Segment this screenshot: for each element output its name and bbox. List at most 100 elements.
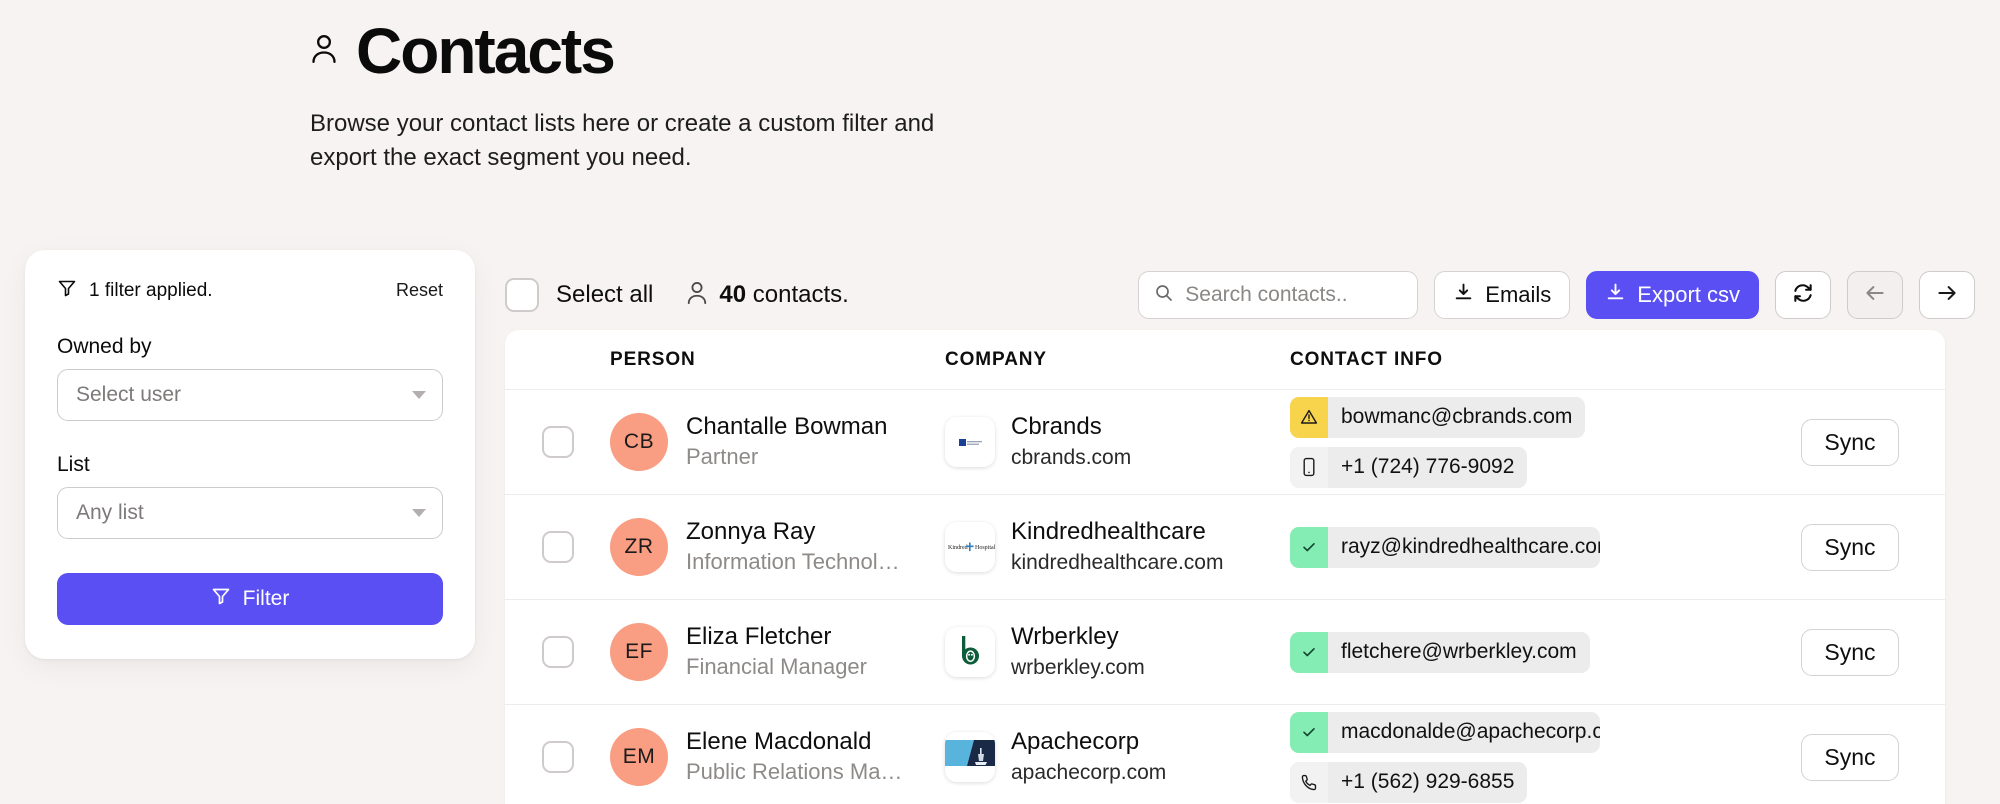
table-row: CBChantalle BowmanPartner Cbrandscbrands.… [505,390,1945,495]
filter-button[interactable]: Filter [57,573,443,625]
sync-button[interactable]: Sync [1801,629,1898,676]
company-domain: wrberkley.com [1011,654,1145,681]
cbrands-logo [945,417,995,467]
check-icon [1290,632,1328,673]
row-checkbox-cell [505,426,610,458]
table-row: EFEliza FletcherFinancial ManagerWrberkl… [505,600,1945,705]
contact-chip-value: macdonalde@apachecorp.com [1328,712,1600,753]
owned-by-select[interactable]: Select user [57,369,443,421]
person-text: Zonnya RayInformation Technol… [686,518,900,577]
contact-chip-phone[interactable]: +1 (562) 929-6855 [1290,762,1527,803]
contact-chip-email[interactable]: macdonalde@apachecorp.com [1290,712,1600,753]
row-checkbox-cell [505,636,610,668]
company-name: Cbrands [1011,413,1131,442]
export-csv-button-label: Export csv [1637,282,1740,308]
row-checkbox[interactable] [542,636,574,668]
contact-chip-email[interactable]: rayz@kindredhealthcare.com [1290,527,1600,568]
arrow-right-icon [1934,282,1960,309]
emails-button-label: Emails [1485,282,1551,308]
company-cell: KindredHospitals Kindredhealthcarekindred… [945,518,1290,576]
company-text: Cbrandscbrands.com [1011,413,1131,471]
contact-chip-phone[interactable]: +1 (724) 776-9092 [1290,447,1527,488]
filter-panel: 1 filter applied. Reset Owned by Select … [25,250,475,659]
company-name: Wrberkley [1011,623,1145,652]
table-header-row: PERSON COMPANY CONTACT INFO [505,330,1945,390]
kindred-hospitals-logo: KindredHospitals [945,522,995,572]
person-icon [310,32,338,71]
next-page-button[interactable] [1919,271,1975,319]
refresh-icon [1791,281,1815,310]
download-icon [1453,282,1474,309]
contact-info-cell: fletchere@wrberkley.com [1290,632,1755,673]
title-row: Contacts [310,18,990,85]
funnel-icon [57,278,77,303]
company-domain: cbrands.com [1011,444,1131,471]
person-cell: ZR Zonnya RayInformation Technol… [610,518,945,577]
search-contacts-box[interactable] [1138,271,1418,319]
refresh-button[interactable] [1775,271,1831,319]
sync-button[interactable]: Sync [1801,419,1898,466]
company-text: Wrberkleywrberkley.com [1011,623,1145,681]
contacts-count: 40 contacts. [686,280,848,311]
sync-button[interactable]: Sync [1801,734,1898,781]
company-cell: Cbrandscbrands.com [945,413,1290,471]
mobile-icon [1290,447,1328,488]
person-cell: EFEliza FletcherFinancial Manager [610,623,945,682]
row-checkbox[interactable] [542,531,574,563]
person-role: Partner [686,443,887,472]
column-header-company: COMPANY [945,349,1290,371]
owned-by-placeholder: Select user [76,383,181,407]
company-text: Kindredhealthcarekindredhealthcare.com [1011,518,1223,576]
row-checkbox-cell [505,741,610,773]
search-input[interactable] [1185,283,1402,307]
phone-icon [1290,762,1328,803]
export-csv-button[interactable]: Export csv [1586,271,1759,319]
person-cell: CBChantalle BowmanPartner [610,413,945,472]
search-icon [1154,283,1174,308]
sync-cell: Sync [1755,419,1945,466]
table-body: CBChantalle BowmanPartner Cbrandscbrands.… [505,390,1945,804]
contact-chip-value: fletchere@wrberkley.com [1328,632,1590,673]
avatar: EM [610,728,668,786]
contact-info-cell: macdonalde@apachecorp.com +1 (562) 929-68… [1290,712,1755,803]
table-row: EMElene MacdonaldPublic Relations Ma…Apa… [505,705,1945,804]
contact-info-cell: rayz@kindredhealthcare.com [1290,527,1755,568]
page-header: Contacts Browse your contact lists here … [310,18,990,175]
person-text: Chantalle BowmanPartner [686,413,887,472]
company-cell: Wrberkleywrberkley.com [945,623,1290,681]
page-title: Contacts [356,18,614,85]
list-select[interactable]: Any list [57,487,443,539]
reset-button[interactable]: Reset [396,280,443,301]
company-name: Apachecorp [1011,728,1166,757]
funnel-icon [211,586,231,612]
company-domain: apachecorp.com [1011,759,1166,786]
sync-cell: Sync [1755,524,1945,571]
select-all-label: Select all [556,281,653,309]
row-checkbox-cell [505,531,610,563]
row-checkbox[interactable] [542,741,574,773]
previous-page-button[interactable] [1847,271,1903,319]
contact-chip-email[interactable]: fletchere@wrberkley.com [1290,632,1590,673]
person-name: Eliza Fletcher [686,623,867,651]
contact-chip-value: bowmanc@cbrands.com [1328,397,1585,438]
contact-chip-email[interactable]: bowmanc@cbrands.com [1290,397,1585,438]
avatar: ZR [610,518,668,576]
column-header-contact-info: CONTACT INFO [1290,349,1945,371]
warning-icon [1290,397,1328,438]
page-subtitle: Browse your contact lists here or create… [310,107,990,175]
filter-applied-text: 1 filter applied. [89,280,213,302]
select-all-checkbox[interactable] [505,278,539,312]
column-header-person: PERSON [505,349,945,371]
contacts-count-text: 40 contacts. [719,281,848,309]
sync-button[interactable]: Sync [1801,524,1898,571]
svg-text:Kindred: Kindred [948,545,968,551]
person-name: Zonnya Ray [686,518,900,546]
download-icon [1605,282,1626,309]
emails-button[interactable]: Emails [1434,271,1570,319]
avatar: EF [610,623,668,681]
list-label: List [57,453,443,477]
person-icon [686,280,708,311]
chevron-down-icon [412,391,426,399]
row-checkbox[interactable] [542,426,574,458]
company-name: Kindredhealthcare [1011,518,1223,547]
